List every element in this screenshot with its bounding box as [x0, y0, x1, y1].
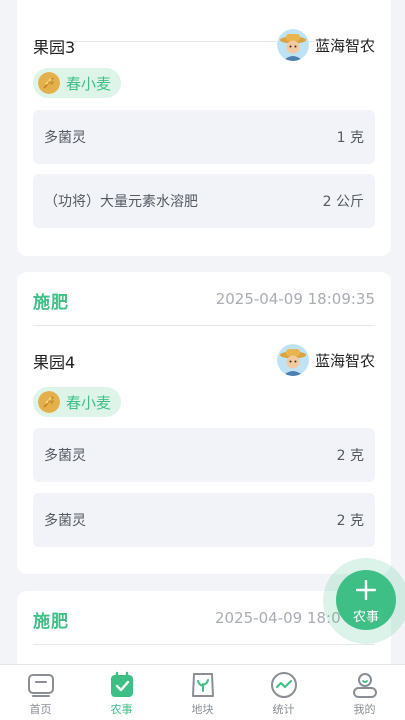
input-name: 多菌灵 [44, 513, 86, 529]
owner-name: 蓝海智农 [314, 351, 375, 370]
tab-label: 农事 [110, 703, 133, 716]
plot-name: 果园3 [33, 38, 76, 57]
tab-label: 我的 [353, 703, 376, 716]
tab-profile[interactable]: 我的 [324, 665, 405, 720]
input-quantity: 2 克 [336, 448, 364, 464]
input-quantity: 2 公斤 [322, 194, 364, 210]
user-icon [352, 673, 377, 698]
input-name: 多菌灵 [44, 130, 86, 146]
farm-record-card[interactable]: 果园3 蓝海智农 春小麦 多菌灵 1 克 （功将）大量元素水溶肥 2 公斤 [17, 0, 391, 256]
tab-label: 地块 [191, 703, 214, 716]
tab-label: 统计 [272, 703, 295, 716]
wheat-icon [38, 72, 60, 94]
input-item: 多菌灵 1 克 [33, 110, 375, 164]
field-sprout-icon [191, 673, 214, 697]
input-item: （功将）大量元素水溶肥 2 公斤 [33, 174, 375, 228]
owner: 蓝海智农 [276, 343, 375, 377]
input-quantity: 1 克 [336, 130, 364, 146]
wheat-icon [38, 391, 60, 413]
card-header: 施肥 2025-04-09 18:09:35 [33, 272, 375, 326]
tab-label: 首页 [29, 703, 52, 716]
crop-name: 春小麦 [66, 74, 112, 93]
crop-tag: 春小麦 [33, 68, 122, 98]
operation-time: 2025-04-09 18:0 [215, 609, 341, 627]
plus-icon [356, 580, 376, 600]
operation-type: 施肥 [33, 612, 69, 632]
input-name: （功将）大量元素水溶肥 [44, 194, 198, 210]
calendar-check-icon [110, 671, 133, 697]
farmer-avatar-icon [276, 344, 309, 376]
tab-home[interactable]: 首页 [0, 665, 81, 720]
operation-time: 2025-04-09 18:09:35 [215, 290, 375, 308]
add-farm-activity-button[interactable]: 农事 [336, 570, 396, 630]
input-name: 多菌灵 [44, 448, 86, 464]
farm-record-card[interactable]: 施肥 2025-04-09 18:09:35 果园4 蓝海智农 春小麦 多菌灵 … [17, 272, 391, 574]
plot-row: 果园3 蓝海智农 [33, 28, 375, 62]
home-icon [27, 674, 54, 697]
operation-type: 施肥 [33, 293, 69, 313]
owner: 蓝海智农 [276, 28, 375, 62]
crop-name: 春小麦 [66, 393, 112, 412]
crop-tag: 春小麦 [33, 387, 122, 417]
tab-plots[interactable]: 地块 [162, 665, 243, 720]
tab-statistics[interactable]: 统计 [243, 665, 324, 720]
input-item: 多菌灵 2 克 [33, 493, 375, 547]
plot-row: 果园4 蓝海智农 [33, 343, 375, 377]
bottom-tab-bar: 首页 农事 地块 统计 我的 [0, 664, 405, 720]
owner-name: 蓝海智农 [314, 36, 375, 55]
chart-wave-icon [270, 672, 297, 698]
plot-name: 果园4 [33, 353, 76, 372]
input-quantity: 2 克 [336, 513, 364, 529]
tab-farm-activity[interactable]: 农事 [81, 665, 162, 720]
farmer-avatar-icon [276, 29, 309, 61]
input-item: 多菌灵 2 克 [33, 428, 375, 482]
fab-label: 农事 [352, 610, 379, 625]
